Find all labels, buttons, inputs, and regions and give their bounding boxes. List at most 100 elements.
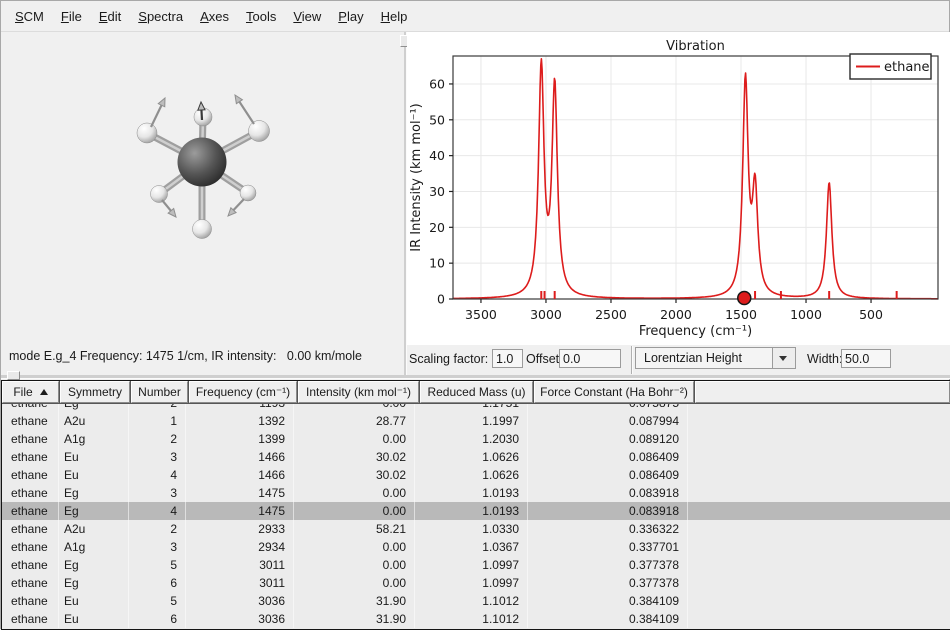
cell: ethane: [2, 556, 59, 574]
horizontal-splitter[interactable]: [1, 375, 950, 379]
menu-item-edit[interactable]: Edit: [93, 6, 127, 27]
cell: 58.21: [294, 520, 415, 538]
table-row[interactable]: ethaneEg414750.001.01930.083918: [2, 502, 950, 520]
table-row[interactable]: ethaneA1g329340.001.03670.337701: [2, 538, 950, 556]
hydrogen-atom[interactable]: [249, 121, 270, 142]
y-tick-label: 10: [429, 256, 445, 271]
menu-item-file[interactable]: File: [55, 6, 88, 27]
table-row[interactable]: ethaneA1g213990.001.20300.089120: [2, 430, 950, 448]
scaling-factor-label: Scaling factor:: [409, 352, 488, 366]
controls-separator: [631, 346, 633, 374]
horizontal-splitter-handle[interactable]: [7, 371, 20, 380]
cell: Eg: [59, 574, 129, 592]
x-axis-label: Frequency (cm⁻¹): [639, 324, 752, 339]
hydrogen-atom[interactable]: [151, 186, 168, 203]
cell: 1475: [186, 502, 294, 520]
cell: Eg: [59, 484, 129, 502]
width-input[interactable]: [841, 349, 891, 368]
cell: 0.384109: [528, 592, 688, 610]
menu-item-view[interactable]: View: [287, 6, 327, 27]
table-row[interactable]: ethaneEu4146630.021.06260.086409: [2, 466, 950, 484]
cell: 4: [129, 466, 186, 484]
cell: 1466: [186, 466, 294, 484]
column-header-reduced-mass-u[interactable]: Reduced Mass (u): [420, 381, 533, 403]
cell: 0.00: [294, 404, 415, 412]
displacement-vector-head: [158, 98, 165, 107]
cell: 1.1997: [415, 412, 528, 430]
cell: A1g: [59, 430, 129, 448]
cell: 3011: [186, 574, 294, 592]
scaling-factor-input[interactable]: [492, 349, 523, 368]
cell: 1466: [186, 448, 294, 466]
y-tick-label: 20: [429, 220, 445, 235]
x-tick-label: 500: [859, 307, 883, 322]
column-header-intensity-km-mol[interactable]: Intensity (km mol⁻¹): [298, 381, 419, 403]
molecule-render[interactable]: [1, 32, 405, 347]
table-row[interactable]: ethaneA2u1139228.771.19970.087994: [2, 412, 950, 430]
molecule-viewport[interactable]: [1, 32, 405, 347]
hydrogen-atom[interactable]: [193, 220, 212, 239]
cell: 1.0997: [415, 556, 528, 574]
displacement-vector: [151, 105, 162, 127]
table-row[interactable]: ethaneA2u2293358.211.03300.336322: [2, 520, 950, 538]
column-header-frequency-cm[interactable]: Frequency (cm⁻¹): [189, 381, 297, 403]
hydrogen-atom[interactable]: [240, 185, 256, 201]
x-tick-label: 2000: [660, 307, 692, 322]
cell: 0.087994: [528, 412, 688, 430]
x-tick-label: 1000: [790, 307, 822, 322]
menu-item-scm[interactable]: SCM: [9, 6, 50, 27]
cell: Eg: [59, 404, 129, 412]
dropdown-arrow-button[interactable]: [772, 348, 795, 368]
cell: ethane: [2, 574, 59, 592]
lineshape-dropdown[interactable]: Lorentzian Height: [635, 347, 796, 369]
cell: 5: [129, 592, 186, 610]
column-header-number[interactable]: Number: [131, 381, 188, 403]
carbon-atom[interactable]: [178, 138, 227, 187]
cell: Eg: [59, 556, 129, 574]
x-tick-label: 3500: [465, 307, 497, 322]
column-header-force-constant-ha-bohr[interactable]: Force Constant (Ha Bohr⁻²): [534, 381, 694, 403]
cell: 0.336322: [528, 520, 688, 538]
cell: ethane: [2, 448, 59, 466]
cell: 1.1751: [415, 404, 528, 412]
mode-status-text: mode E.g_4 Frequency: 1475 1/cm, IR inte…: [9, 349, 362, 363]
cell: 0.086409: [528, 448, 688, 466]
cell: 1.0997: [415, 574, 528, 592]
menu-item-help[interactable]: Help: [375, 6, 414, 27]
displacement-vector: [201, 110, 202, 120]
menu-item-play[interactable]: Play: [332, 6, 369, 27]
cell: 2: [129, 520, 186, 538]
cell: ethane: [2, 610, 59, 628]
hydrogen-atom[interactable]: [194, 108, 212, 126]
table-row[interactable]: ethaneEg211930.001.17510.075875: [2, 404, 950, 412]
cell: ethane: [2, 412, 59, 430]
selected-mode-marker[interactable]: [738, 292, 751, 305]
menu-item-axes[interactable]: Axes: [194, 6, 235, 27]
table-row[interactable]: ethaneEg530110.001.09970.377378: [2, 556, 950, 574]
vibration-chart[interactable]: 3500300025002000150010005000102030405060…: [407, 32, 950, 345]
column-header-symmetry[interactable]: Symmetry: [60, 381, 130, 403]
column-header-file[interactable]: File: [2, 381, 59, 403]
cell: 1.0193: [415, 484, 528, 502]
legend-label: ethane: [884, 60, 930, 75]
table-row[interactable]: ethaneEg630110.001.09970.377378: [2, 574, 950, 592]
menu-item-spectra[interactable]: Spectra: [132, 6, 189, 27]
cell: 4: [129, 502, 186, 520]
cell: 3: [129, 448, 186, 466]
table-row[interactable]: ethaneEu5303631.901.10120.384109: [2, 592, 950, 610]
cell: Eu: [59, 448, 129, 466]
cell: 1.0193: [415, 502, 528, 520]
hydrogen-atom[interactable]: [137, 123, 157, 143]
table-row[interactable]: ethaneEu3146630.021.06260.086409: [2, 448, 950, 466]
table-row[interactable]: ethaneEu6303631.901.10120.384109: [2, 610, 950, 628]
cell: 0.00: [294, 556, 415, 574]
cell: ethane: [2, 466, 59, 484]
table-row[interactable]: ethaneEg314750.001.01930.083918: [2, 484, 950, 502]
modes-table-body[interactable]: ethaneEg211930.001.17510.075875ethaneA2u…: [2, 404, 950, 629]
offset-input[interactable]: [559, 349, 621, 368]
cell: 1399: [186, 430, 294, 448]
cell: ethane: [2, 430, 59, 448]
cell: 0.377378: [528, 574, 688, 592]
cell: 2934: [186, 538, 294, 556]
menu-item-tools[interactable]: Tools: [240, 6, 282, 27]
